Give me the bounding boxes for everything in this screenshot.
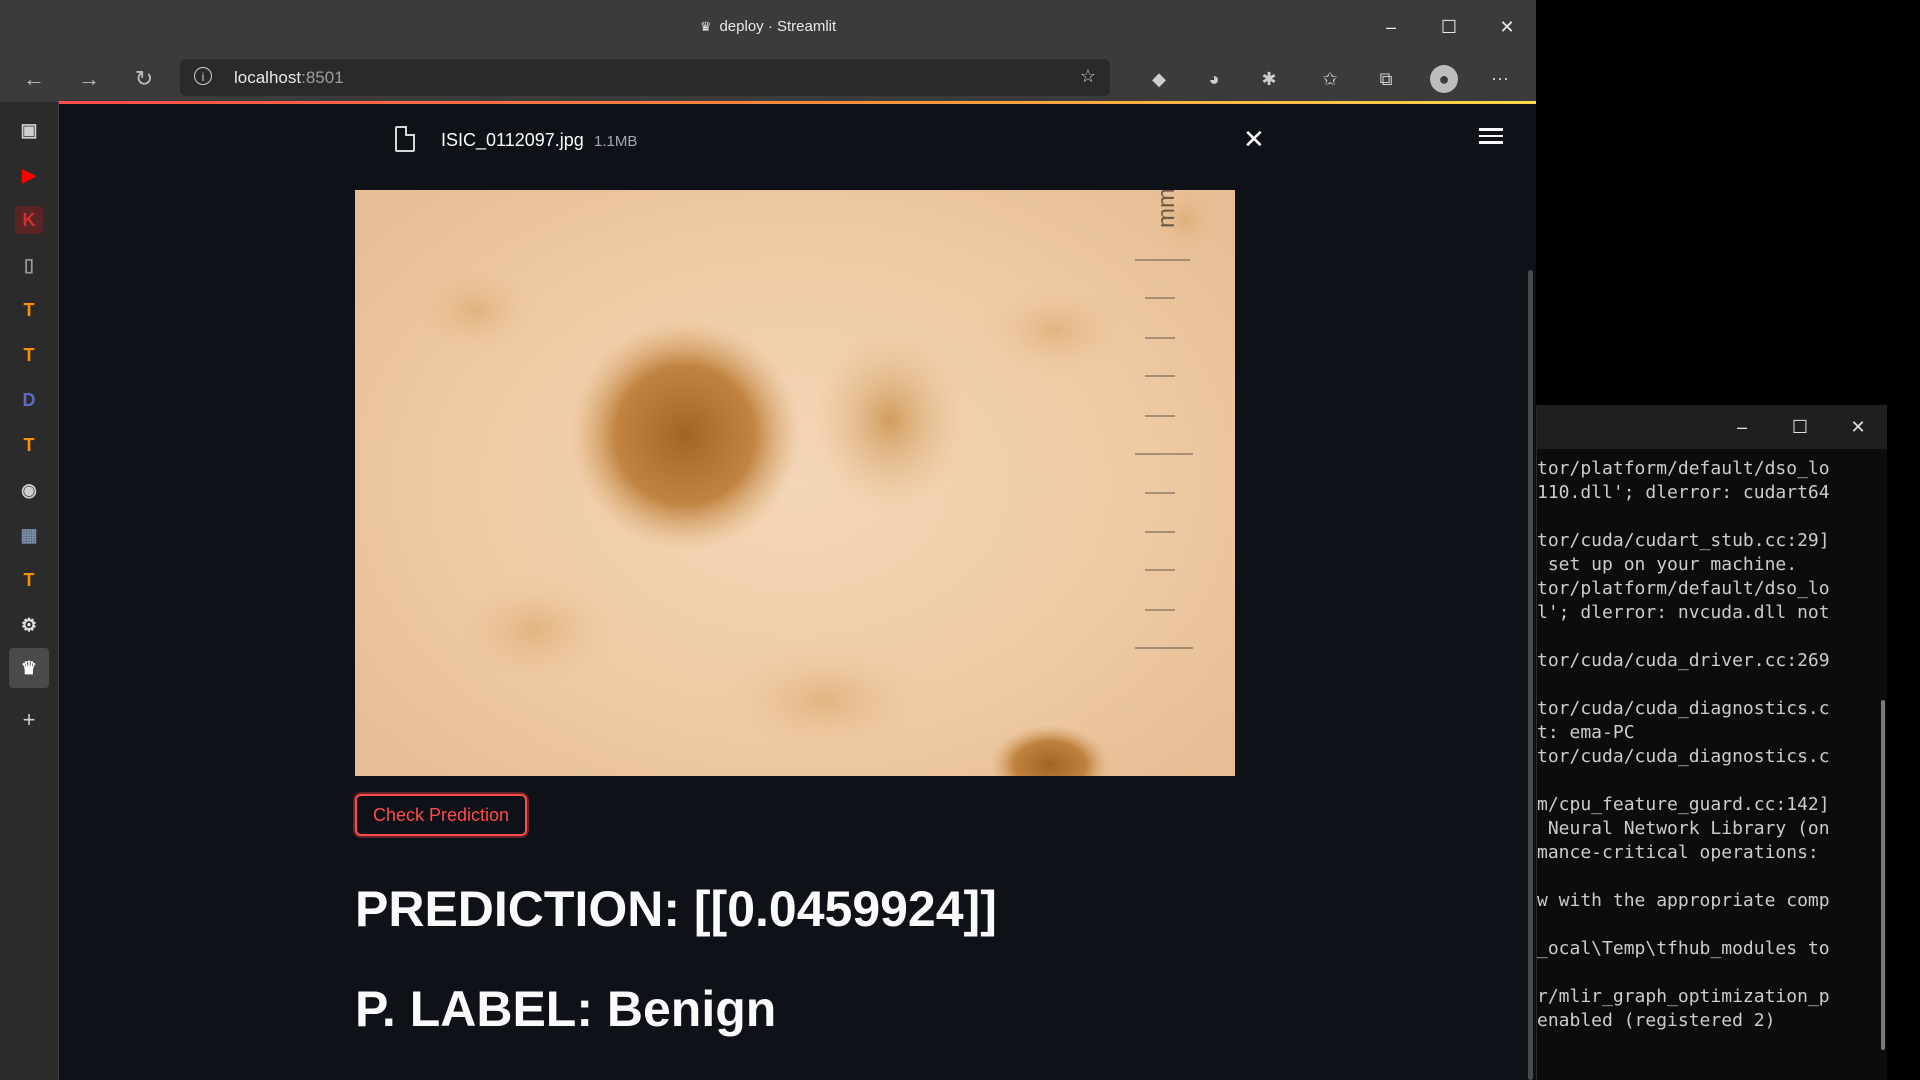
tensorflow-icon[interactable]: T (15, 566, 43, 594)
terminal-line: set up on your machine. (1537, 554, 1798, 575)
close-window-button[interactable]: ✕ (1478, 0, 1536, 54)
address-bar[interactable]: i localhost:8501 ☆ (180, 59, 1110, 96)
extension-cube-icon[interactable]: ◆ (1145, 65, 1173, 93)
tensorflow-icon[interactable]: T (15, 431, 43, 459)
url-text[interactable]: localhost:8501 (234, 68, 344, 88)
skin-lesion-image: mm (355, 190, 1235, 776)
more-menu-icon[interactable]: ⋯ (1486, 65, 1514, 93)
apps-icon[interactable]: ⚙ (15, 611, 43, 639)
streamlit-icon: ♛ (699, 19, 712, 34)
browser-toolbar: ← → ↻ i localhost:8501 ☆ ◆ ◕ ✱ ✩ ⧉ ● ⋯ (0, 54, 1536, 102)
check-prediction-button[interactable]: Check Prediction (355, 794, 527, 836)
terminal-minimize-button[interactable]: – (1713, 405, 1771, 449)
maximize-button[interactable]: ☐ (1420, 0, 1478, 54)
terminal-output: tor/platform/default/dso_lo 110.dll'; dle… (1537, 457, 1867, 1033)
url-port: :8501 (301, 68, 344, 87)
extensions-puzzle-icon[interactable]: ✱ (1255, 65, 1283, 93)
document-icon[interactable]: ▯ (15, 251, 43, 279)
streamlit-icon[interactable]: ♛ (9, 648, 49, 688)
tensorflow-icon[interactable]: T (15, 296, 43, 324)
terminal-line: 110.dll'; dlerror: cudart64 (1537, 482, 1830, 503)
terminal-line: tor/cuda/cuda_diagnostics.c (1537, 698, 1830, 719)
terminal-line: enabled (registered 2) (1537, 1010, 1776, 1031)
tensorflow-icon[interactable]: T (15, 341, 43, 369)
refresh-button[interactable]: ↻ (129, 64, 159, 94)
file-size: 1.1MB (594, 133, 638, 150)
page-scrollbar[interactable] (1528, 270, 1533, 1080)
terminal-line: Neural Network Library (on (1537, 818, 1830, 839)
streamlit-app: ISIC_0112097.jpg 1.1MB ✕ mm Check Predic… (59, 104, 1536, 1080)
add-icon[interactable]: + (15, 706, 43, 734)
remove-file-button[interactable]: ✕ (1243, 124, 1265, 155)
window-title-text: deploy · Streamlit (719, 18, 837, 35)
profile-avatar[interactable]: ● (1430, 65, 1458, 93)
minimize-button[interactable]: – (1362, 0, 1420, 54)
hamburger-menu-icon[interactable] (1479, 124, 1503, 144)
kaggle-icon[interactable]: K (15, 206, 43, 234)
terminal-maximize-button[interactable]: ☐ (1771, 405, 1829, 449)
github-icon[interactable]: ◉ (15, 476, 43, 504)
tab-panel-icon[interactable]: ▣ (15, 116, 43, 144)
add-favorite-icon[interactable]: ☆ (1080, 66, 1096, 87)
terminal-line: mance-critical operations: (1537, 842, 1819, 863)
terminal-line: tor/cuda/cuda_diagnostics.c (1537, 746, 1830, 767)
collections-icon[interactable]: ⧉ (1372, 65, 1400, 93)
extension-color-icon[interactable]: ◕ (1200, 65, 1228, 93)
favorites-icon[interactable]: ✩ (1316, 65, 1344, 93)
youtube-icon[interactable]: ▶ (15, 161, 43, 189)
image-icon[interactable]: ▦ (15, 521, 43, 549)
terminal-line: t: ema-PC (1537, 722, 1635, 743)
forward-button[interactable]: → (74, 64, 104, 94)
terminal-window: – ☐ ✕ tor/platform/default/dso_lo 110.dll… (1536, 405, 1887, 1080)
terminal-scrollbar[interactable] (1881, 700, 1885, 1050)
file-name: ISIC_0112097.jpg (441, 130, 584, 150)
back-button[interactable]: ← (19, 64, 49, 94)
terminal-line: w with the appropriate comp (1537, 890, 1830, 911)
url-host: localhost (234, 68, 302, 87)
terminal-line: tor/cuda/cudart_stub.cc:29] (1537, 530, 1830, 551)
label-heading: P. LABEL: Benign (355, 981, 777, 1037)
uploaded-file-row: ISIC_0112097.jpg 1.1MB ✕ (385, 120, 1305, 160)
terminal-line: m/cpu_feature_guard.cc:142] (1537, 794, 1830, 815)
terminal-line: tor/platform/default/dso_lo (1537, 578, 1830, 599)
terminal-line: tor/platform/default/dso_lo (1537, 458, 1830, 479)
scale-unit-label: mm (1152, 190, 1180, 228)
file-icon (395, 126, 415, 152)
dreamfusion-icon[interactable]: D (15, 386, 43, 414)
browser-window: ♛ deploy · Streamlit – ☐ ✕ ← → ↻ i localh… (0, 0, 1536, 1080)
terminal-line: l'; dlerror: nvcuda.dll not (1537, 602, 1830, 623)
terminal-title-bar: – ☐ ✕ (1537, 405, 1887, 449)
terminal-close-button[interactable]: ✕ (1829, 405, 1887, 449)
prediction-heading: PREDICTION: [[0.0459924]] (355, 881, 997, 937)
terminal-line: r/mlir_graph_optimization_p (1537, 986, 1830, 1007)
terminal-line: tor/cuda/cuda_driver.cc:269 (1537, 650, 1830, 671)
browser-sidebar: ▣ ▶ K ▯ T T D T ◉ ▦ T ⚙ ♛ + (0, 102, 59, 1080)
terminal-line: _ocal\Temp\tfhub_modules to (1537, 938, 1830, 959)
title-bar: ♛ deploy · Streamlit – ☐ ✕ (0, 0, 1536, 54)
window-title: ♛ deploy · Streamlit (0, 18, 1536, 35)
info-icon[interactable]: i (194, 67, 212, 85)
